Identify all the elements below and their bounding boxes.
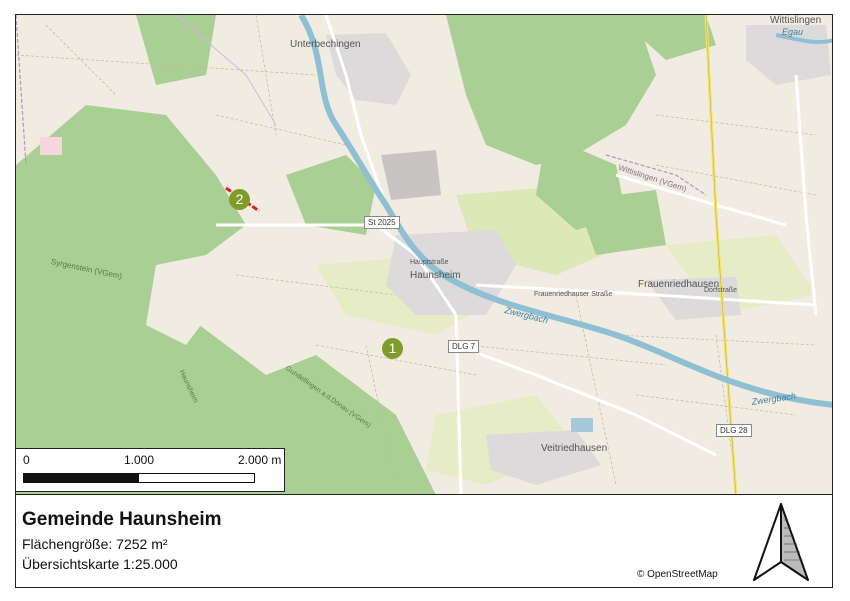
place-label-wittislingen: Wittislingen: [770, 15, 822, 26]
map-title: Gemeinde Haunsheim: [22, 509, 222, 530]
scale-segment-white: [138, 473, 255, 483]
area-label: Flächengröße: 7252 m²: [22, 536, 168, 552]
scale-tick-2000: 2.000 m: [238, 453, 282, 467]
water-label-egau: Egau: [782, 27, 804, 37]
place-label-haunsheim: Haunsheim: [410, 270, 461, 281]
street-label-dorfstrasse: Dorfstraße: [704, 287, 738, 294]
scale-bar: 0 1.000 2.000 m: [15, 448, 285, 492]
scale-tick-0: 0: [23, 453, 30, 467]
street-label-hauptstrasse: Hauptstraße: [410, 259, 449, 266]
place-label-unterbechingen: Unterbechingen: [290, 39, 361, 50]
road-shield-st2025: St 2025: [364, 216, 400, 229]
site-marker-1[interactable]: 1: [382, 338, 403, 359]
site-marker-2[interactable]: 2: [229, 189, 250, 210]
scale-segment-black: [23, 473, 140, 483]
place-label-veitriedhausen: Veitriedhausen: [541, 443, 608, 454]
road-shield-dlg7: DLG 7: [448, 340, 480, 353]
map-frame[interactable]: Unterbechingen Haunsheim Wittislingen Fr…: [15, 14, 833, 495]
scale-text: Übersichtskarte 1:25.000: [22, 556, 178, 572]
north-arrow-icon: [753, 503, 809, 581]
scale-tick-1000: 1.000: [124, 453, 155, 467]
base-map: [16, 15, 832, 494]
street-label-frauenriedhauser-strasse: Frauenriedhauser Straße: [534, 291, 613, 298]
attribution: © OpenStreetMap: [637, 569, 718, 580]
road-shield-dlg28: DLG 28: [716, 424, 752, 437]
